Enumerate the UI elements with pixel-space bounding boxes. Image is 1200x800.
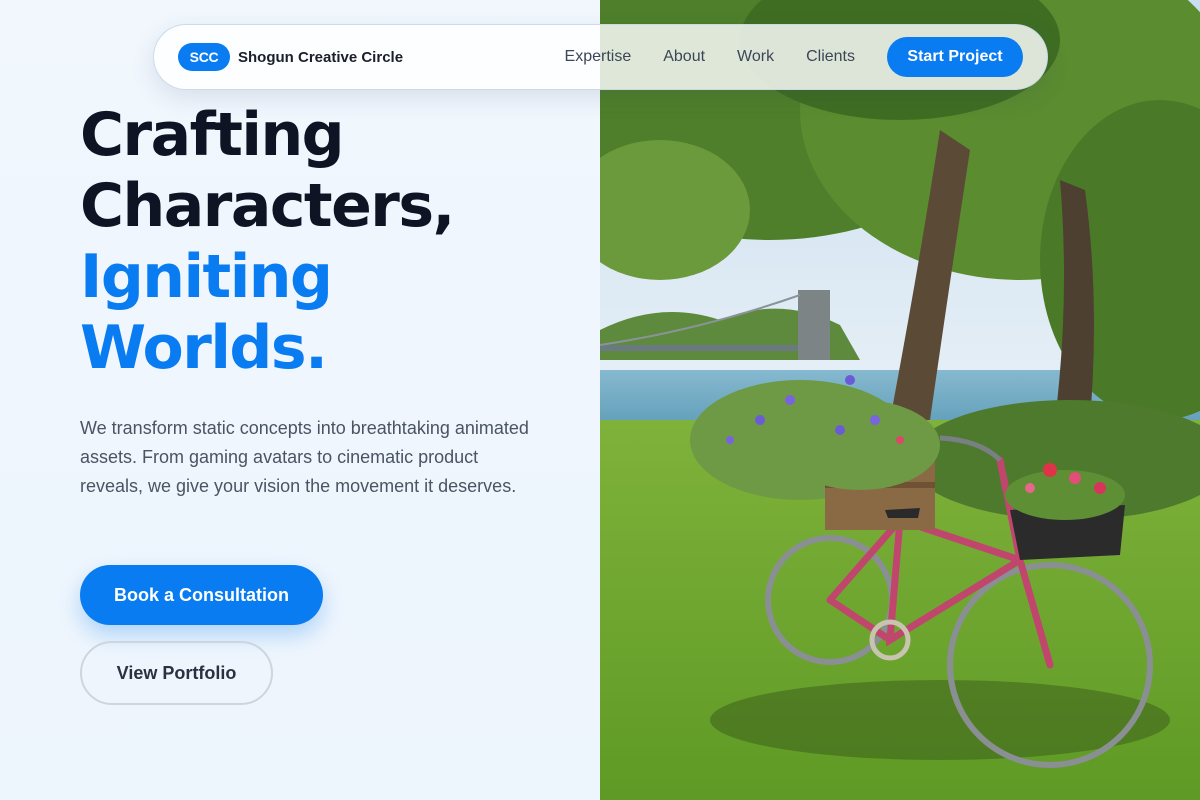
book-consultation-button[interactable]: Book a Consultation <box>80 565 323 625</box>
hero-headline: Crafting Characters, Igniting Worlds. <box>80 100 580 384</box>
view-portfolio-button[interactable]: View Portfolio <box>80 641 273 705</box>
brand-name[interactable]: Shogun Creative Circle <box>238 49 403 66</box>
headline-line-3: Igniting <box>80 242 333 312</box>
hero-description: We transform static concepts into breath… <box>80 418 529 496</box>
hero-photo <box>600 0 1200 800</box>
nav-link-clients[interactable]: Clients <box>806 48 855 66</box>
nav-links: Expertise About Work Clients Start Proje… <box>565 37 1023 77</box>
brand-logo-badge[interactable]: SCC <box>178 43 230 71</box>
nav-link-about[interactable]: About <box>663 48 705 66</box>
headline-line-4: Worlds. <box>80 313 328 383</box>
nav-link-expertise[interactable]: Expertise <box>565 48 632 66</box>
hero-section: Crafting Characters, Igniting Worlds. We… <box>80 100 580 501</box>
top-navbar: SCC Shogun Creative Circle Expertise Abo… <box>153 24 1048 90</box>
start-project-button[interactable]: Start Project <box>887 37 1023 77</box>
nav-link-work[interactable]: Work <box>737 48 774 66</box>
bicycle-photo-image <box>600 0 1200 800</box>
headline-line-1: Crafting <box>80 100 345 170</box>
headline-line-2: Characters, <box>80 171 455 241</box>
